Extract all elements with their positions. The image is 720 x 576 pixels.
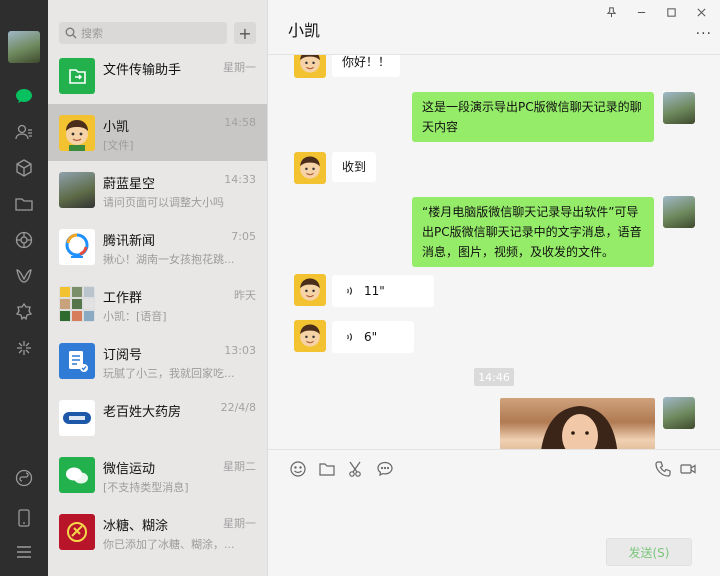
tencent-news-avatar bbox=[59, 229, 95, 265]
search-box[interactable] bbox=[59, 22, 227, 44]
send-button[interactable]: 发送(S) bbox=[606, 538, 692, 566]
chat-preview: 揪心！湖南一女孩抱花跳... bbox=[103, 253, 235, 266]
pharmacy-avatar bbox=[59, 400, 95, 436]
contact-avatar bbox=[294, 55, 326, 78]
wechat-sports-avatar bbox=[59, 457, 95, 493]
chat-name: 冰糖、糊涂 bbox=[103, 519, 169, 534]
chat-name: 腾讯新闻 bbox=[103, 234, 156, 249]
look-icon[interactable] bbox=[12, 336, 36, 360]
chat-item-work-group[interactable]: 工作群 昨天 小凯：[语音] bbox=[48, 275, 267, 332]
weilan-avatar bbox=[59, 172, 95, 208]
menu-icon[interactable] bbox=[12, 540, 36, 564]
search-icon bbox=[65, 27, 77, 39]
chat-preview: 玩腻了小三，我就回家吃... bbox=[103, 367, 235, 380]
contact-avatar bbox=[294, 274, 326, 306]
pin-icon[interactable] bbox=[598, 3, 624, 21]
chat-name: 文件传输助手 bbox=[103, 63, 182, 78]
channels-icon[interactable] bbox=[12, 264, 36, 288]
chat-item-bingtang[interactable]: 冰糖、糊涂 星期一 你已添加了冰糖、糊涂，... bbox=[48, 503, 267, 560]
add-chat-button[interactable]: + bbox=[234, 22, 256, 44]
chat-list-panel: + 文件传输助手 星期一 小凯 14:58 [文件] 蔚蓝星空 14:33 请问… bbox=[48, 0, 268, 576]
chat-time: 14:33 bbox=[224, 173, 256, 186]
chat-item-file-transfer[interactable]: 文件传输助手 星期一 bbox=[48, 47, 267, 104]
contact-avatar bbox=[294, 152, 326, 184]
my-avatar bbox=[663, 397, 695, 429]
nav-rail bbox=[0, 0, 48, 576]
screenshot-icon[interactable] bbox=[346, 459, 366, 479]
chat-item-subscriptions[interactable]: 订阅号 13:03 玩腻了小三，我就回家吃... bbox=[48, 332, 267, 389]
emoji-icon[interactable] bbox=[288, 459, 308, 479]
chat-time: 星期一 bbox=[223, 517, 256, 530]
message-bubble[interactable]: “楼月电脑版微信聊天记录导出软件”可导出PC版微信聊天记录中的文字消息，语音消息… bbox=[412, 197, 654, 267]
chat-time: 星期二 bbox=[223, 460, 256, 473]
chat-item-xiaokai[interactable]: 小凯 14:58 [文件] bbox=[48, 104, 267, 161]
voice-call-icon[interactable] bbox=[653, 459, 673, 479]
mini-program-panel-icon[interactable] bbox=[12, 466, 36, 490]
voice-duration: 6" bbox=[364, 330, 378, 344]
chat-time: 星期一 bbox=[223, 61, 256, 74]
contact-avatar bbox=[294, 320, 326, 352]
chat-time: 7:05 bbox=[231, 230, 256, 243]
chat-preview: [文件] bbox=[103, 139, 134, 152]
minimize-icon[interactable] bbox=[628, 3, 654, 21]
message-bubble[interactable]: 你好！！ bbox=[332, 55, 401, 77]
subscriptions-avatar bbox=[59, 343, 95, 379]
file-transfer-avatar bbox=[59, 58, 95, 94]
chat-time: 13:03 bbox=[224, 344, 256, 357]
maximize-icon[interactable] bbox=[658, 3, 684, 21]
folder-icon[interactable] bbox=[12, 192, 36, 216]
chat-time: 昨天 bbox=[234, 289, 256, 302]
chat-preview: 小凯：[语音] bbox=[103, 310, 167, 323]
close-icon[interactable] bbox=[688, 3, 714, 21]
my-avatar bbox=[663, 196, 695, 228]
window-controls bbox=[598, 3, 714, 21]
chat-preview: 你已添加了冰糖、糊涂，... bbox=[103, 538, 235, 551]
chat-preview: 请问页面可以调整大小吗 bbox=[103, 196, 224, 209]
chat-history-icon[interactable] bbox=[375, 459, 395, 479]
chat-icon[interactable] bbox=[12, 84, 36, 108]
chat-time: 22/4/8 bbox=[220, 401, 256, 414]
chat-name: 老百姓大药房 bbox=[103, 405, 182, 420]
chat-item-weilan[interactable]: 蔚蓝星空 14:33 请问页面可以调整大小吗 bbox=[48, 161, 267, 218]
moments-icon[interactable] bbox=[12, 228, 36, 252]
compose-toolbar bbox=[268, 449, 720, 485]
chat-name: 蔚蓝星空 bbox=[103, 177, 156, 192]
voice-icon bbox=[345, 333, 352, 341]
chat-window: 小凯 ··· 你好！！ 这是一段演示导出PC版微信聊天记录的聊天内容 收到 “楼… bbox=[268, 0, 720, 576]
chat-name: 小凯 bbox=[103, 120, 130, 135]
chat-item-pharmacy[interactable]: 老百姓大药房 22/4/8 bbox=[48, 389, 267, 446]
chat-time: 14:58 bbox=[224, 116, 256, 129]
mini-programs-icon[interactable] bbox=[12, 300, 36, 324]
voice-duration: 11" bbox=[364, 284, 385, 298]
message-input[interactable] bbox=[268, 485, 720, 535]
more-options-button[interactable]: ··· bbox=[696, 26, 712, 42]
work-group-avatar bbox=[59, 286, 95, 322]
bingtang-avatar bbox=[59, 514, 95, 550]
chat-title: 小凯 bbox=[288, 21, 321, 40]
message-bubble[interactable]: 这是一段演示导出PC版微信聊天记录的聊天内容 bbox=[412, 92, 654, 142]
xiaokai-avatar bbox=[59, 115, 95, 151]
chat-preview: [不支持类型消息] bbox=[103, 481, 189, 494]
voice-message[interactable]: 6" bbox=[332, 321, 414, 353]
voice-icon bbox=[345, 287, 352, 295]
user-avatar[interactable] bbox=[8, 31, 40, 63]
send-file-icon[interactable] bbox=[317, 459, 337, 479]
video-call-icon[interactable] bbox=[678, 459, 698, 479]
chat-item-wechat-sports[interactable]: 微信运动 星期二 [不支持类型消息] bbox=[48, 446, 267, 503]
voice-message[interactable]: 11" bbox=[332, 275, 434, 307]
my-avatar bbox=[663, 92, 695, 124]
phone-icon[interactable] bbox=[12, 506, 36, 530]
search-input[interactable] bbox=[81, 22, 221, 44]
chat-name: 工作群 bbox=[103, 291, 143, 306]
message-bubble[interactable]: 收到 bbox=[332, 152, 377, 182]
contacts-icon[interactable] bbox=[12, 120, 36, 144]
chat-name: 订阅号 bbox=[103, 348, 143, 363]
favorites-icon[interactable] bbox=[12, 156, 36, 180]
message-timestamp: 14:46 bbox=[474, 368, 514, 386]
plus-icon: + bbox=[238, 23, 252, 43]
message-list: 你好！！ 这是一段演示导出PC版微信聊天记录的聊天内容 收到 “楼月电脑版微信聊… bbox=[268, 55, 720, 449]
image-message[interactable] bbox=[500, 398, 655, 449]
chat-item-tencent-news[interactable]: 腾讯新闻 7:05 揪心！湖南一女孩抱花跳... bbox=[48, 218, 267, 275]
chat-name: 微信运动 bbox=[103, 462, 156, 477]
